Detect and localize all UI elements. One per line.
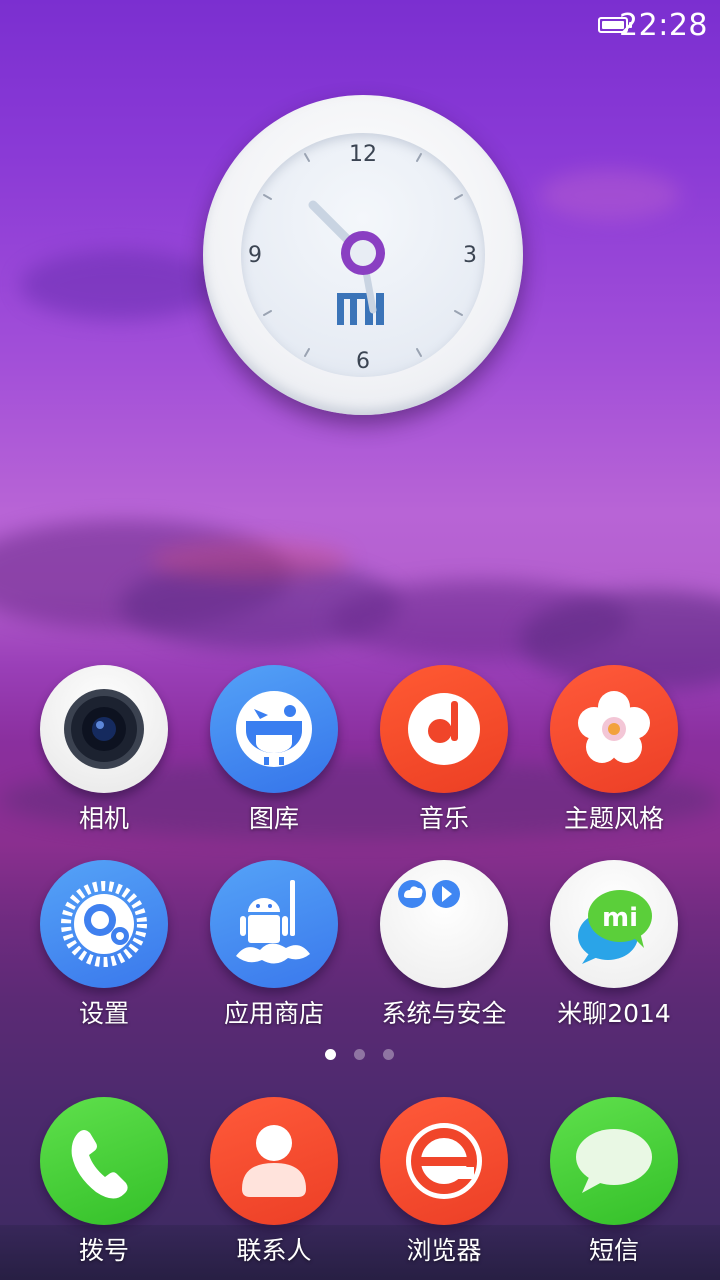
clock-number-3: 3 (463, 243, 477, 268)
miliao-icon: mi (550, 860, 678, 988)
app-label: 联系人 (236, 1236, 312, 1265)
app-camera[interactable]: 相机 (19, 665, 189, 845)
app-browser[interactable]: 浏览器 (359, 1097, 529, 1277)
app-settings[interactable]: 设置 (19, 860, 189, 1040)
clock-number-6: 6 (356, 349, 370, 374)
app-label: 相机 (78, 804, 129, 833)
clock-number-12: 12 (349, 142, 377, 167)
page-dot-1[interactable] (325, 1049, 336, 1060)
app-theme[interactable]: 主题风格 (529, 665, 699, 845)
contacts-icon (210, 1097, 338, 1225)
settings-icon (40, 860, 168, 988)
app-label: 系统与安全 (381, 999, 507, 1028)
mi-logo (337, 293, 384, 325)
page-dot-2[interactable] (354, 1049, 365, 1060)
phone-icon (40, 1097, 168, 1225)
app-label: 主题风格 (563, 804, 664, 833)
app-label: 米聊2014 (557, 999, 671, 1028)
gallery-icon (210, 665, 338, 793)
app-contacts[interactable]: 联系人 (189, 1097, 359, 1277)
app-label: 设置 (78, 999, 129, 1028)
app-store-icon (210, 860, 338, 988)
messages-icon (550, 1097, 678, 1225)
page-indicator[interactable] (0, 1049, 720, 1061)
app-label: 短信 (588, 1236, 639, 1265)
status-bar: 22:28 (0, 0, 720, 56)
app-label: 浏览器 (406, 1236, 482, 1265)
browser-icon (380, 1097, 508, 1225)
app-app-store[interactable]: 应用商店 (189, 860, 359, 1040)
status-time: 22:28 (619, 8, 708, 43)
app-label: 图库 (248, 804, 299, 833)
clock-widget[interactable]: 12 3 6 9 (203, 95, 523, 415)
app-miliao[interactable]: mi 米聊2014 (529, 860, 699, 1040)
app-phone[interactable]: 拨号 (19, 1097, 189, 1277)
folder-system-security[interactable]: 系统与安全 (359, 860, 529, 1040)
page-dot-3[interactable] (383, 1049, 394, 1060)
app-label: 音乐 (418, 804, 469, 833)
clock-number-9: 9 (248, 243, 262, 268)
app-music[interactable]: 音乐 (359, 665, 529, 845)
theme-icon (550, 665, 678, 793)
app-label: 拨号 (78, 1236, 129, 1265)
app-messages[interactable]: 短信 (529, 1097, 699, 1277)
system-security-folder-icon (380, 860, 508, 988)
svg-text:mi: mi (602, 903, 638, 933)
app-label: 应用商店 (223, 999, 324, 1028)
music-icon (380, 665, 508, 793)
app-gallery[interactable]: 图库 (189, 665, 359, 845)
clock-markings: 12 3 6 9 (248, 142, 477, 374)
camera-icon (40, 665, 168, 793)
